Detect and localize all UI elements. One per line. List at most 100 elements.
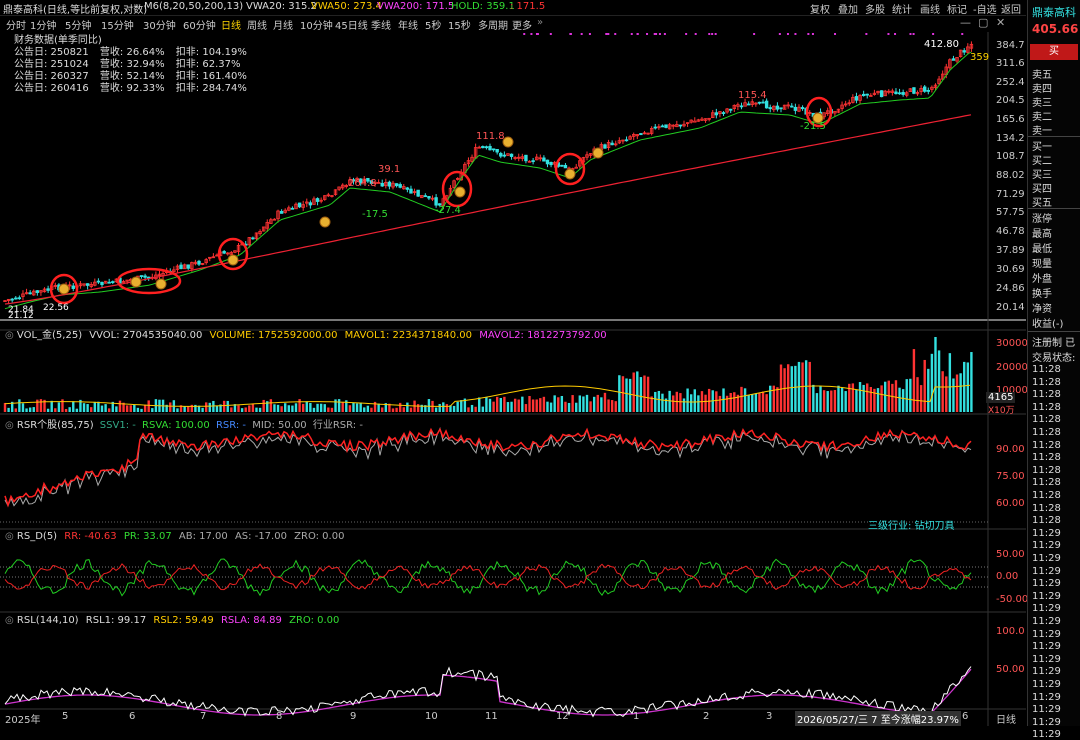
candle-body bbox=[897, 92, 902, 95]
volume-bar bbox=[251, 403, 255, 412]
time-tick: 9 bbox=[350, 711, 357, 722]
candle-body bbox=[739, 105, 744, 108]
candle-body bbox=[951, 58, 956, 61]
volume-bar bbox=[513, 398, 517, 412]
tick-time: 11:28 bbox=[1032, 477, 1061, 489]
financial-date: 公告日: 260416 bbox=[14, 83, 89, 94]
volume-bar bbox=[14, 408, 17, 412]
window-controls: — ▢ ✕ bbox=[958, 16, 1026, 30]
rr-value: RR: -40.63 bbox=[64, 531, 117, 542]
period-label[interactable]: 日线 bbox=[996, 711, 1016, 726]
volume-bar bbox=[115, 406, 118, 412]
price-tick: 88.02 bbox=[996, 170, 1025, 181]
tool-overlay[interactable]: 叠加 bbox=[838, 1, 858, 16]
collapse-icon[interactable]: ◎ bbox=[5, 615, 14, 626]
rsl-tick: 100.0 bbox=[996, 626, 1025, 637]
order-divider bbox=[1028, 208, 1080, 209]
volume-bar bbox=[75, 408, 79, 412]
candle-body bbox=[35, 290, 40, 293]
signal-icon bbox=[227, 254, 239, 266]
minimize-icon[interactable]: — bbox=[960, 16, 971, 29]
chart-title: 鼎泰高科(日线,等比前复权,对数) bbox=[3, 5, 148, 16]
industry-label: 三级行业: 钻切刀具 bbox=[868, 521, 955, 532]
candle-body bbox=[100, 281, 104, 286]
financial-revenue: 营收: 52.14% bbox=[99, 71, 165, 82]
volume-bar bbox=[50, 400, 53, 412]
tick-time: 11:28 bbox=[1032, 401, 1061, 413]
volume-bar bbox=[438, 403, 441, 412]
volume-tick: 30000 bbox=[996, 338, 1028, 349]
volume-bar bbox=[470, 404, 474, 412]
candle-body bbox=[923, 86, 927, 92]
tick-time: 11:28 bbox=[1032, 502, 1061, 514]
collapse-icon[interactable]: ◎ bbox=[5, 531, 14, 542]
tool-back[interactable]: 返回 bbox=[1001, 1, 1021, 16]
tool-draw[interactable]: 画线 bbox=[920, 1, 940, 16]
tab-10min[interactable]: 10分钟 bbox=[300, 17, 333, 32]
collapse-icon[interactable]: ◎ bbox=[5, 330, 14, 341]
tab-timeshare[interactable]: 分时 bbox=[6, 17, 26, 32]
buy-button[interactable]: 买 bbox=[1030, 44, 1078, 60]
volume-bar bbox=[341, 402, 344, 412]
volume-bar bbox=[118, 400, 122, 412]
tab-45day[interactable]: 45日线 bbox=[335, 17, 368, 32]
volume-bar bbox=[294, 403, 298, 412]
tab-60min[interactable]: 60分钟 bbox=[183, 17, 216, 32]
candle-body bbox=[800, 107, 805, 110]
volume-bar bbox=[370, 407, 373, 412]
tab-5sec[interactable]: 5秒 bbox=[425, 17, 441, 32]
tab-30min[interactable]: 30分钟 bbox=[143, 17, 176, 32]
restore-icon[interactable]: ▢ bbox=[978, 16, 988, 29]
tab-daily[interactable]: 日线 bbox=[221, 17, 241, 32]
collapse-icon[interactable]: ◎ bbox=[5, 420, 14, 431]
volume-bar bbox=[176, 408, 179, 412]
volume-bar bbox=[32, 407, 35, 412]
candle-body bbox=[664, 124, 668, 128]
tool-mark[interactable]: 标记 bbox=[947, 1, 967, 16]
tab-1min[interactable]: 1分钟 bbox=[30, 17, 56, 32]
candle-body bbox=[639, 133, 643, 136]
tab-15sec[interactable]: 15秒 bbox=[448, 17, 471, 32]
tool-watchlist[interactable]: -自选 bbox=[973, 1, 997, 16]
tab-monthly[interactable]: 月线 bbox=[273, 17, 293, 32]
price-tick: 71.29 bbox=[996, 189, 1025, 200]
tab-weekly[interactable]: 周线 bbox=[247, 17, 267, 32]
volume-bar bbox=[528, 396, 531, 412]
volume-bar bbox=[248, 405, 251, 412]
tab-more[interactable]: 更多 bbox=[512, 17, 532, 32]
tool-fuquan[interactable]: 复权 bbox=[810, 1, 830, 16]
tool-multi[interactable]: 多股 bbox=[865, 1, 885, 16]
volume-bar bbox=[844, 391, 847, 412]
candle-body bbox=[793, 106, 798, 111]
rsl-label: RSL(144,10) bbox=[16, 615, 79, 626]
candle-body bbox=[387, 181, 392, 187]
volume-bar bbox=[901, 389, 905, 412]
volume-bar bbox=[546, 401, 549, 412]
tab-15min[interactable]: 15分钟 bbox=[101, 17, 134, 32]
candle-body bbox=[761, 101, 765, 104]
volume-bar bbox=[21, 403, 25, 412]
signal-dot bbox=[811, 33, 814, 35]
tab-5min[interactable]: 5分钟 bbox=[65, 17, 91, 32]
volume-bar bbox=[715, 391, 718, 412]
tab-yearly[interactable]: 年线 bbox=[398, 17, 418, 32]
price-tick: 30.69 bbox=[996, 264, 1025, 275]
signal-dot bbox=[887, 33, 890, 35]
candle-body bbox=[197, 260, 201, 265]
signal-dot bbox=[530, 33, 533, 35]
tool-stats[interactable]: 统计 bbox=[892, 1, 912, 16]
volume-bar bbox=[305, 401, 308, 412]
candle-body bbox=[495, 149, 499, 153]
financial-title: 财务数据(单季同比) bbox=[14, 35, 102, 46]
volume-bar bbox=[151, 408, 154, 412]
volume-bar bbox=[707, 388, 711, 412]
tab-multi-period[interactable]: 多周期 bbox=[478, 17, 508, 32]
tab-quarter[interactable]: 季线 bbox=[371, 17, 391, 32]
close-icon[interactable]: ✕ bbox=[996, 16, 1005, 29]
tick-time: 11:28 bbox=[1032, 427, 1061, 438]
financial-date: 公告日: 250821 bbox=[14, 47, 89, 58]
candle-body bbox=[531, 160, 535, 163]
candle-body bbox=[574, 166, 578, 169]
more-chevron-icon[interactable]: » bbox=[537, 17, 543, 28]
volume-bar bbox=[779, 364, 783, 412]
